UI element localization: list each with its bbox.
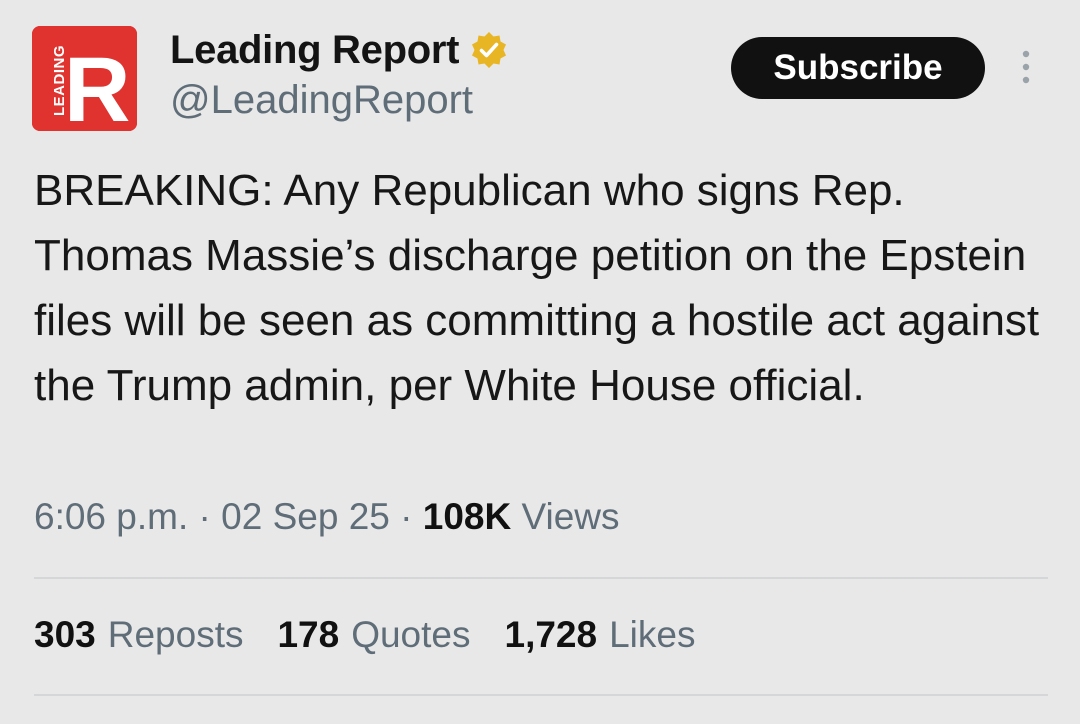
reposts-stat[interactable]: 303 Reposts <box>34 614 243 656</box>
tweet-meta: 6:06 p.m. · 02 Sep 25 · 108K Views <box>34 496 620 538</box>
verified-badge-icon <box>469 30 509 70</box>
tweet-card: R LEADING Leading Report @LeadingReport … <box>0 0 1080 724</box>
avatar[interactable]: R LEADING <box>32 26 137 131</box>
likes-count: 1,728 <box>504 614 598 655</box>
svg-text:LEADING: LEADING <box>51 45 68 116</box>
meta-separator: · <box>389 496 423 537</box>
views-count: 108K <box>422 496 512 537</box>
display-name[interactable]: Leading Report <box>170 28 459 73</box>
author-name-row: Leading Report <box>170 26 509 74</box>
svg-text:R: R <box>64 39 130 131</box>
divider <box>34 694 1048 696</box>
reposts-label: Reposts <box>107 614 244 655</box>
subscribe-button[interactable]: Subscribe <box>731 37 985 99</box>
tweet-date[interactable]: 02 Sep 25 <box>221 496 390 537</box>
quotes-label: Quotes <box>351 614 471 655</box>
quotes-count: 178 <box>277 614 340 655</box>
author-handle[interactable]: @LeadingReport <box>170 78 473 123</box>
leading-report-logo: R LEADING <box>32 26 137 131</box>
more-vertical-icon[interactable] <box>1014 48 1038 88</box>
reposts-count: 303 <box>34 614 96 655</box>
meta-separator: · <box>188 496 222 537</box>
engagement-stats: 303 Reposts 178 Quotes 1,728 Likes <box>34 614 695 656</box>
likes-stat[interactable]: 1,728 Likes <box>505 614 696 656</box>
tweet-time[interactable]: 6:06 p.m. <box>34 496 188 537</box>
views-label: Views <box>511 496 620 537</box>
tweet-text: BREAKING: Any Republican who signs Rep. … <box>34 166 1040 410</box>
quotes-stat[interactable]: 178 Quotes <box>277 614 470 656</box>
divider <box>34 577 1048 579</box>
likes-label: Likes <box>609 614 696 655</box>
